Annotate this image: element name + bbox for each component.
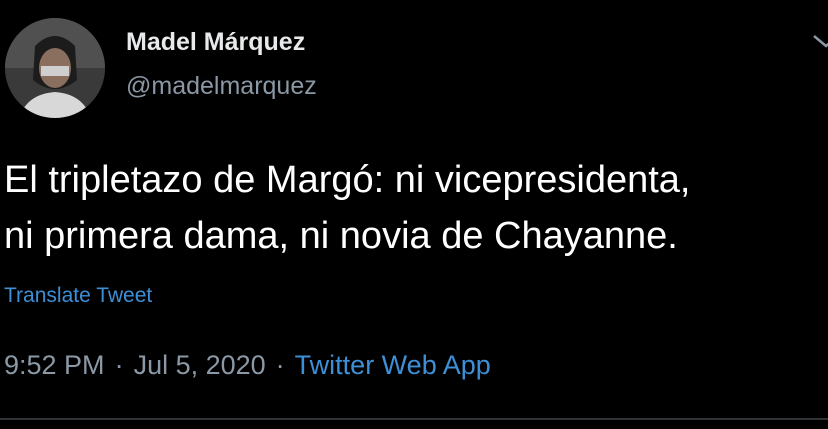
tweet-text-line: El tripletazo de Margó: ni vicepresident… [4, 159, 691, 201]
avatar-image [5, 18, 105, 118]
author-handle[interactable]: @madelmarquez [126, 72, 317, 101]
avatar[interactable] [5, 18, 105, 118]
meta-separator: · [275, 350, 285, 380]
author-name[interactable]: Madel Márquez [126, 28, 305, 57]
tweet-text: El tripletazo de Margó: ni vicepresident… [4, 152, 828, 264]
tweet-card: Madel Márquez @madelmarquez El tripletaz… [0, 0, 828, 429]
tweet-metadata: 9:52 PM · Jul 5, 2020 · Twitter Web App [4, 350, 491, 381]
meta-separator: · [114, 350, 124, 380]
tweet-time[interactable]: 9:52 PM [4, 350, 105, 380]
translate-tweet-link[interactable]: Translate Tweet [4, 284, 152, 308]
chevron-down-icon[interactable] [812, 30, 828, 50]
tweet-date[interactable]: Jul 5, 2020 [134, 350, 266, 380]
tweet-text-line: ni primera dama, ni novia de Chayanne. [4, 215, 678, 257]
divider [0, 418, 828, 420]
tweet-source-link[interactable]: Twitter Web App [295, 350, 491, 380]
